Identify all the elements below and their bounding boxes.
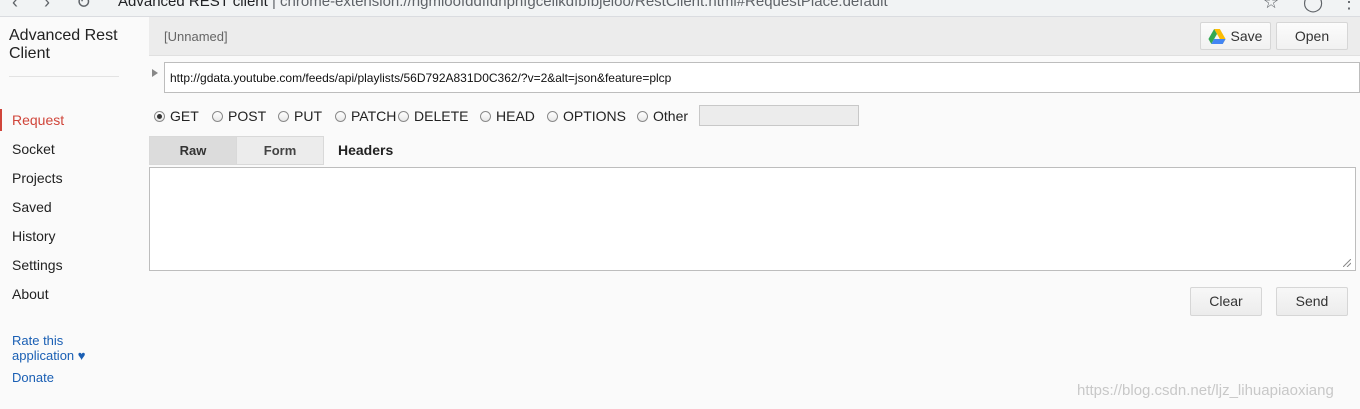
- save-button[interactable]: Save: [1200, 22, 1271, 50]
- sidebar-item-history[interactable]: History: [0, 225, 120, 247]
- request-toolbar: [Unnamed] Save Open: [149, 17, 1360, 56]
- google-drive-icon: [1208, 29, 1226, 44]
- sidebar-item-about[interactable]: About: [0, 283, 120, 305]
- method-other-label: Other: [653, 108, 689, 124]
- other-method-input[interactable]: [699, 105, 859, 126]
- browser-chrome: ‹ › ↻ Advanced REST client | chrome-exte…: [0, 0, 1360, 17]
- method-put-radio[interactable]: [278, 110, 289, 122]
- sidebar-item-settings[interactable]: Settings: [0, 254, 120, 276]
- method-delete-label: DELETE: [414, 108, 469, 124]
- headers-label: Headers: [338, 142, 394, 158]
- send-button[interactable]: Send: [1276, 287, 1348, 316]
- clear-button[interactable]: Clear: [1190, 287, 1262, 316]
- method-post[interactable]: POST: [212, 106, 266, 126]
- back-icon[interactable]: ‹: [12, 0, 18, 13]
- method-post-label: POST: [228, 108, 267, 124]
- method-put[interactable]: PUT: [278, 106, 322, 126]
- method-patch-radio[interactable]: [335, 110, 346, 122]
- headers-textarea[interactable]: [149, 167, 1356, 271]
- method-other-radio[interactable]: [637, 110, 648, 122]
- method-get-radio[interactable]: [154, 110, 165, 122]
- method-options[interactable]: OPTIONS: [547, 106, 626, 126]
- method-head-radio[interactable]: [480, 110, 491, 122]
- bookmark-star-icon[interactable]: ☆: [1263, 0, 1279, 13]
- donate-link[interactable]: Donate: [12, 370, 54, 385]
- sidebar-item-projects[interactable]: Projects: [0, 167, 120, 189]
- app-title: Advanced Rest Client: [9, 27, 118, 62]
- method-get-label: GET: [170, 108, 199, 124]
- method-patch[interactable]: PATCH: [335, 106, 396, 126]
- address-bar[interactable]: Advanced REST client | chrome-extension:…: [118, 0, 888, 10]
- method-head-label: HEAD: [496, 108, 535, 124]
- open-button[interactable]: Open: [1276, 22, 1348, 50]
- resize-grip-icon[interactable]: [1343, 259, 1351, 267]
- method-other[interactable]: Other: [637, 106, 688, 126]
- sidebar: Advanced Rest Client Request Socket Proj…: [0, 17, 130, 409]
- reload-icon[interactable]: ↻: [76, 0, 91, 13]
- save-label: Save: [1230, 28, 1263, 44]
- watermark: https://blog.csdn.net/ljz_lihuapiaoxiang: [1077, 382, 1334, 399]
- rate-app-link[interactable]: Rate this application ♥: [12, 333, 102, 363]
- tab-raw[interactable]: Raw: [149, 136, 237, 165]
- request-name: [Unnamed]: [164, 29, 228, 44]
- method-post-radio[interactable]: [212, 110, 223, 122]
- method-patch-label: PATCH: [351, 108, 397, 124]
- forward-icon[interactable]: ›: [44, 0, 50, 13]
- menu-dots-icon[interactable]: ⋮: [1340, 0, 1358, 13]
- method-delete[interactable]: DELETE: [398, 106, 468, 126]
- url-expand-toggle-icon[interactable]: [152, 69, 158, 77]
- method-put-label: PUT: [294, 108, 322, 124]
- method-get[interactable]: GET: [154, 106, 199, 126]
- method-options-label: OPTIONS: [563, 108, 627, 124]
- method-delete-radio[interactable]: [398, 110, 409, 122]
- tab-form[interactable]: Form: [236, 136, 324, 165]
- method-options-radio[interactable]: [547, 110, 558, 122]
- method-head[interactable]: HEAD: [480, 106, 535, 126]
- account-icon[interactable]: ◯: [1303, 0, 1323, 13]
- url-input[interactable]: [164, 62, 1360, 93]
- sidebar-item-saved[interactable]: Saved: [0, 196, 120, 218]
- sidebar-divider: [9, 76, 119, 77]
- sidebar-item-request[interactable]: Request: [0, 109, 120, 131]
- sidebar-item-socket[interactable]: Socket: [0, 138, 120, 160]
